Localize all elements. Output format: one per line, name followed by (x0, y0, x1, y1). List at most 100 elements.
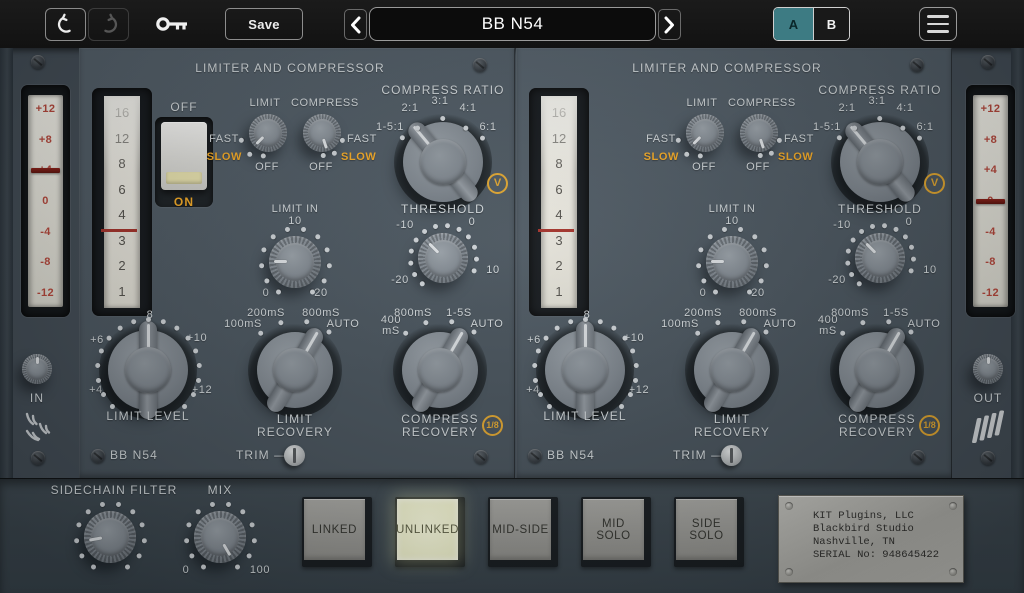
tick-dot (225, 501, 231, 507)
meter-scale-value: +12 (28, 103, 63, 115)
mix-title: MIX (192, 483, 248, 497)
meter-scale: +12 +8 +4 0 -4 -8 -12 (28, 95, 63, 307)
strip-value: 4 (541, 207, 577, 222)
tick-dot (99, 501, 105, 507)
tick-dot (188, 552, 195, 559)
power-off-label: OFF (157, 100, 211, 114)
tick-dot (138, 521, 145, 528)
tick-dot (422, 319, 428, 325)
plate-screw (949, 502, 957, 510)
tick-dot (284, 226, 290, 232)
strip-value: 6 (541, 182, 577, 197)
limit-recovery-knob[interactable] (257, 332, 333, 408)
key-lock-icon[interactable] (155, 13, 191, 35)
mid-solo-button[interactable]: MIDSOLO (581, 497, 651, 567)
plate-screw (785, 502, 793, 510)
strip-value: 2 (104, 258, 140, 273)
side-solo-button[interactable]: SIDESOLO (674, 497, 744, 567)
limit-in-knob[interactable] (706, 236, 758, 288)
limit-mode-knob[interactable] (686, 114, 724, 152)
limit-fast-label: FAST (640, 133, 676, 145)
limit-recovery-knob[interactable] (694, 332, 770, 408)
limit-off-label: OFF (251, 161, 283, 173)
limit-in-title: LIMIT IN (692, 203, 772, 215)
limit-in-knob[interactable] (269, 236, 321, 288)
threshold-tick: 0 (899, 216, 919, 228)
strip-value: 16 (541, 105, 577, 120)
limit-recovery-tick: AUTO (313, 318, 373, 330)
tick-dot (160, 318, 166, 324)
undo-icon (54, 13, 78, 37)
tick-dot (697, 246, 704, 253)
tick-dot (192, 347, 199, 354)
tick-dot (75, 521, 82, 528)
channel-right: LIMITER AND COMPRESSOR 16 12 8 6 4 3 2 1… (437, 48, 1024, 478)
limit-level-knob[interactable] (545, 330, 625, 410)
ratio-tick: 2:1 (832, 102, 862, 114)
ab-a-button[interactable]: A (774, 8, 813, 40)
tick-dot (130, 318, 136, 324)
save-button[interactable]: Save (225, 8, 303, 40)
prev-preset-button[interactable] (344, 9, 367, 40)
threshold-tick: -20 (385, 274, 415, 286)
power-on-label: ON (157, 195, 211, 209)
tick-dot (115, 501, 121, 507)
limit-mode-knob[interactable] (249, 114, 287, 152)
meter-scale-value: +8 (973, 134, 1008, 146)
limit-recovery-tick: 200mS (673, 307, 733, 319)
limit-level-title: LIMIT LEVEL (77, 409, 219, 423)
menu-button[interactable] (919, 7, 957, 41)
tick-dot (300, 226, 306, 232)
redo-icon (97, 13, 121, 37)
compress-slow-label: SLOW (778, 151, 820, 163)
compress-recovery-knob[interactable] (839, 332, 915, 408)
tick-dot (597, 318, 603, 324)
mix-knob[interactable] (194, 511, 246, 563)
channel-model-label: BB N54 (547, 448, 627, 462)
ab-b-button[interactable]: B (813, 8, 849, 40)
trim-screw-slider[interactable] (284, 445, 305, 466)
chevron-left-icon (349, 16, 362, 34)
tick-dot (183, 538, 188, 543)
next-preset-button[interactable] (658, 9, 681, 40)
linked-button[interactable]: LINKED (302, 497, 372, 567)
tick-dot (844, 260, 850, 266)
compress-ratio-knob[interactable] (840, 122, 920, 202)
tick-dot (845, 248, 851, 254)
vu-meter-right: +12 +8 +4 0 -4 -8 -12 (966, 85, 1015, 317)
tick-dot (141, 538, 146, 543)
tick-dot (869, 223, 875, 229)
unlinked-button[interactable]: UNLINKED (395, 497, 465, 567)
tick-dot (697, 152, 703, 158)
tick-dot (695, 263, 700, 268)
compress-slow-label: SLOW (341, 151, 383, 163)
strip-marker (538, 229, 574, 232)
tick-dot (258, 263, 263, 268)
mid-side-button[interactable]: MID-SIDE (488, 497, 558, 567)
channel-section-title: LIMITER AND COMPRESSOR (615, 61, 839, 75)
tick-dot (721, 226, 727, 232)
tick-dot (776, 137, 782, 143)
preset-display[interactable]: BB N54 (369, 7, 656, 41)
plate-line: Blackbird Studio (813, 523, 914, 535)
trim-screw-slider[interactable] (721, 445, 742, 466)
screw (91, 449, 105, 463)
threshold-tick: -10 (827, 219, 857, 231)
threshold-tick: 10 (915, 264, 945, 276)
sidechain-filter-knob[interactable] (84, 511, 136, 563)
threshold-knob[interactable] (855, 233, 905, 283)
vintage-badge[interactable]: V (924, 173, 945, 194)
compress-fast-label: FAST (784, 133, 820, 145)
tick-dot (910, 256, 915, 261)
tick-dot (95, 362, 100, 367)
compress-mode-knob[interactable] (740, 114, 778, 152)
undo-button[interactable] (45, 8, 86, 41)
tick-dot (907, 267, 914, 274)
tick-dot (95, 377, 101, 383)
ratio-eighth-badge[interactable]: 1/8 (919, 415, 940, 436)
strip-value: 8 (104, 156, 140, 171)
tick-dot (195, 377, 201, 383)
compress-mode-knob[interactable] (303, 114, 341, 152)
limit-level-knob[interactable] (108, 330, 188, 410)
redo-button[interactable] (88, 8, 129, 41)
